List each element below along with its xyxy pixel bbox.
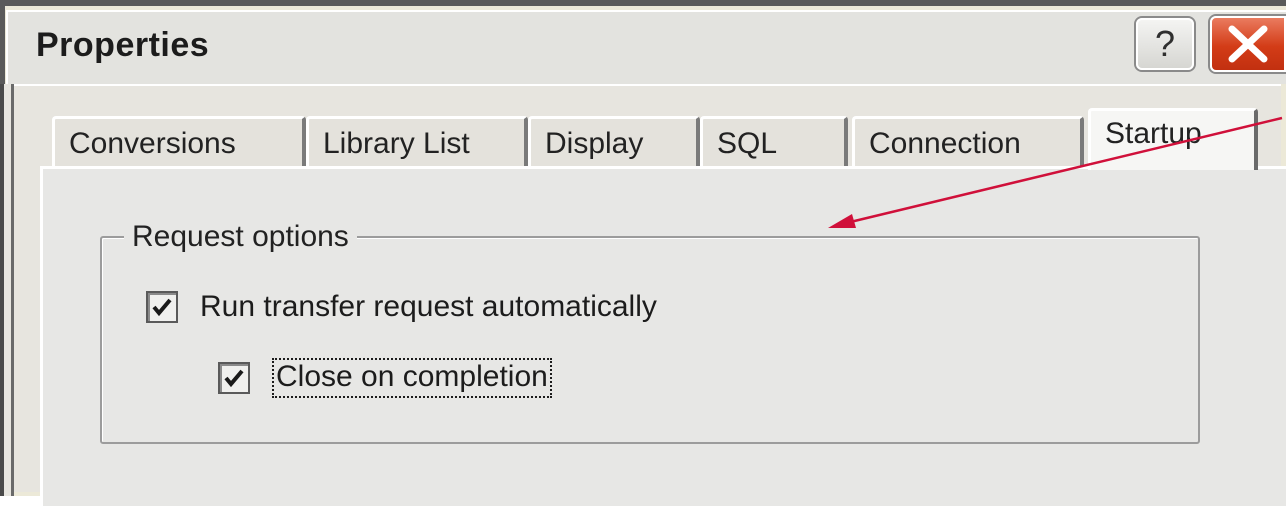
- tab-label: Startup: [1105, 117, 1202, 150]
- tab-label: Library List: [323, 127, 470, 160]
- tab-conversions[interactable]: Conversions: [52, 116, 306, 166]
- tab-label: Conversions: [69, 127, 236, 160]
- window-left-frame: [0, 84, 14, 496]
- close-on-completion-label: Close on completion: [272, 358, 552, 398]
- tab-sql[interactable]: SQL: [700, 116, 848, 166]
- window-title: Properties: [36, 26, 210, 64]
- title-bar[interactable]: Properties: [6, 10, 1286, 84]
- run-automatically-checkbox[interactable]: [146, 291, 178, 323]
- tab-display[interactable]: Display: [528, 116, 700, 166]
- tab-connection[interactable]: Connection: [852, 116, 1084, 166]
- tab-label: Connection: [869, 127, 1021, 160]
- help-button[interactable]: ?: [1136, 18, 1194, 70]
- close-on-completion-checkbox[interactable]: [218, 362, 250, 394]
- request-options-legend: Request options: [124, 220, 357, 254]
- tab-label: SQL: [717, 127, 778, 160]
- run-automatically-option[interactable]: Run transfer request automatically: [146, 290, 657, 324]
- checkmark-icon: [152, 298, 172, 317]
- close-on-completion-option[interactable]: Close on completion: [218, 358, 552, 398]
- request-options-group: [100, 236, 1200, 444]
- run-automatically-label: Run transfer request automatically: [200, 290, 657, 323]
- checkmark-icon: [224, 369, 244, 388]
- close-x-icon: [1228, 25, 1268, 63]
- help-icon: ?: [1154, 23, 1176, 64]
- close-button[interactable]: [1210, 16, 1286, 72]
- tab-library-list[interactable]: Library List: [306, 116, 528, 166]
- tab-startup[interactable]: Startup: [1088, 108, 1258, 170]
- tab-label: Display: [545, 127, 644, 160]
